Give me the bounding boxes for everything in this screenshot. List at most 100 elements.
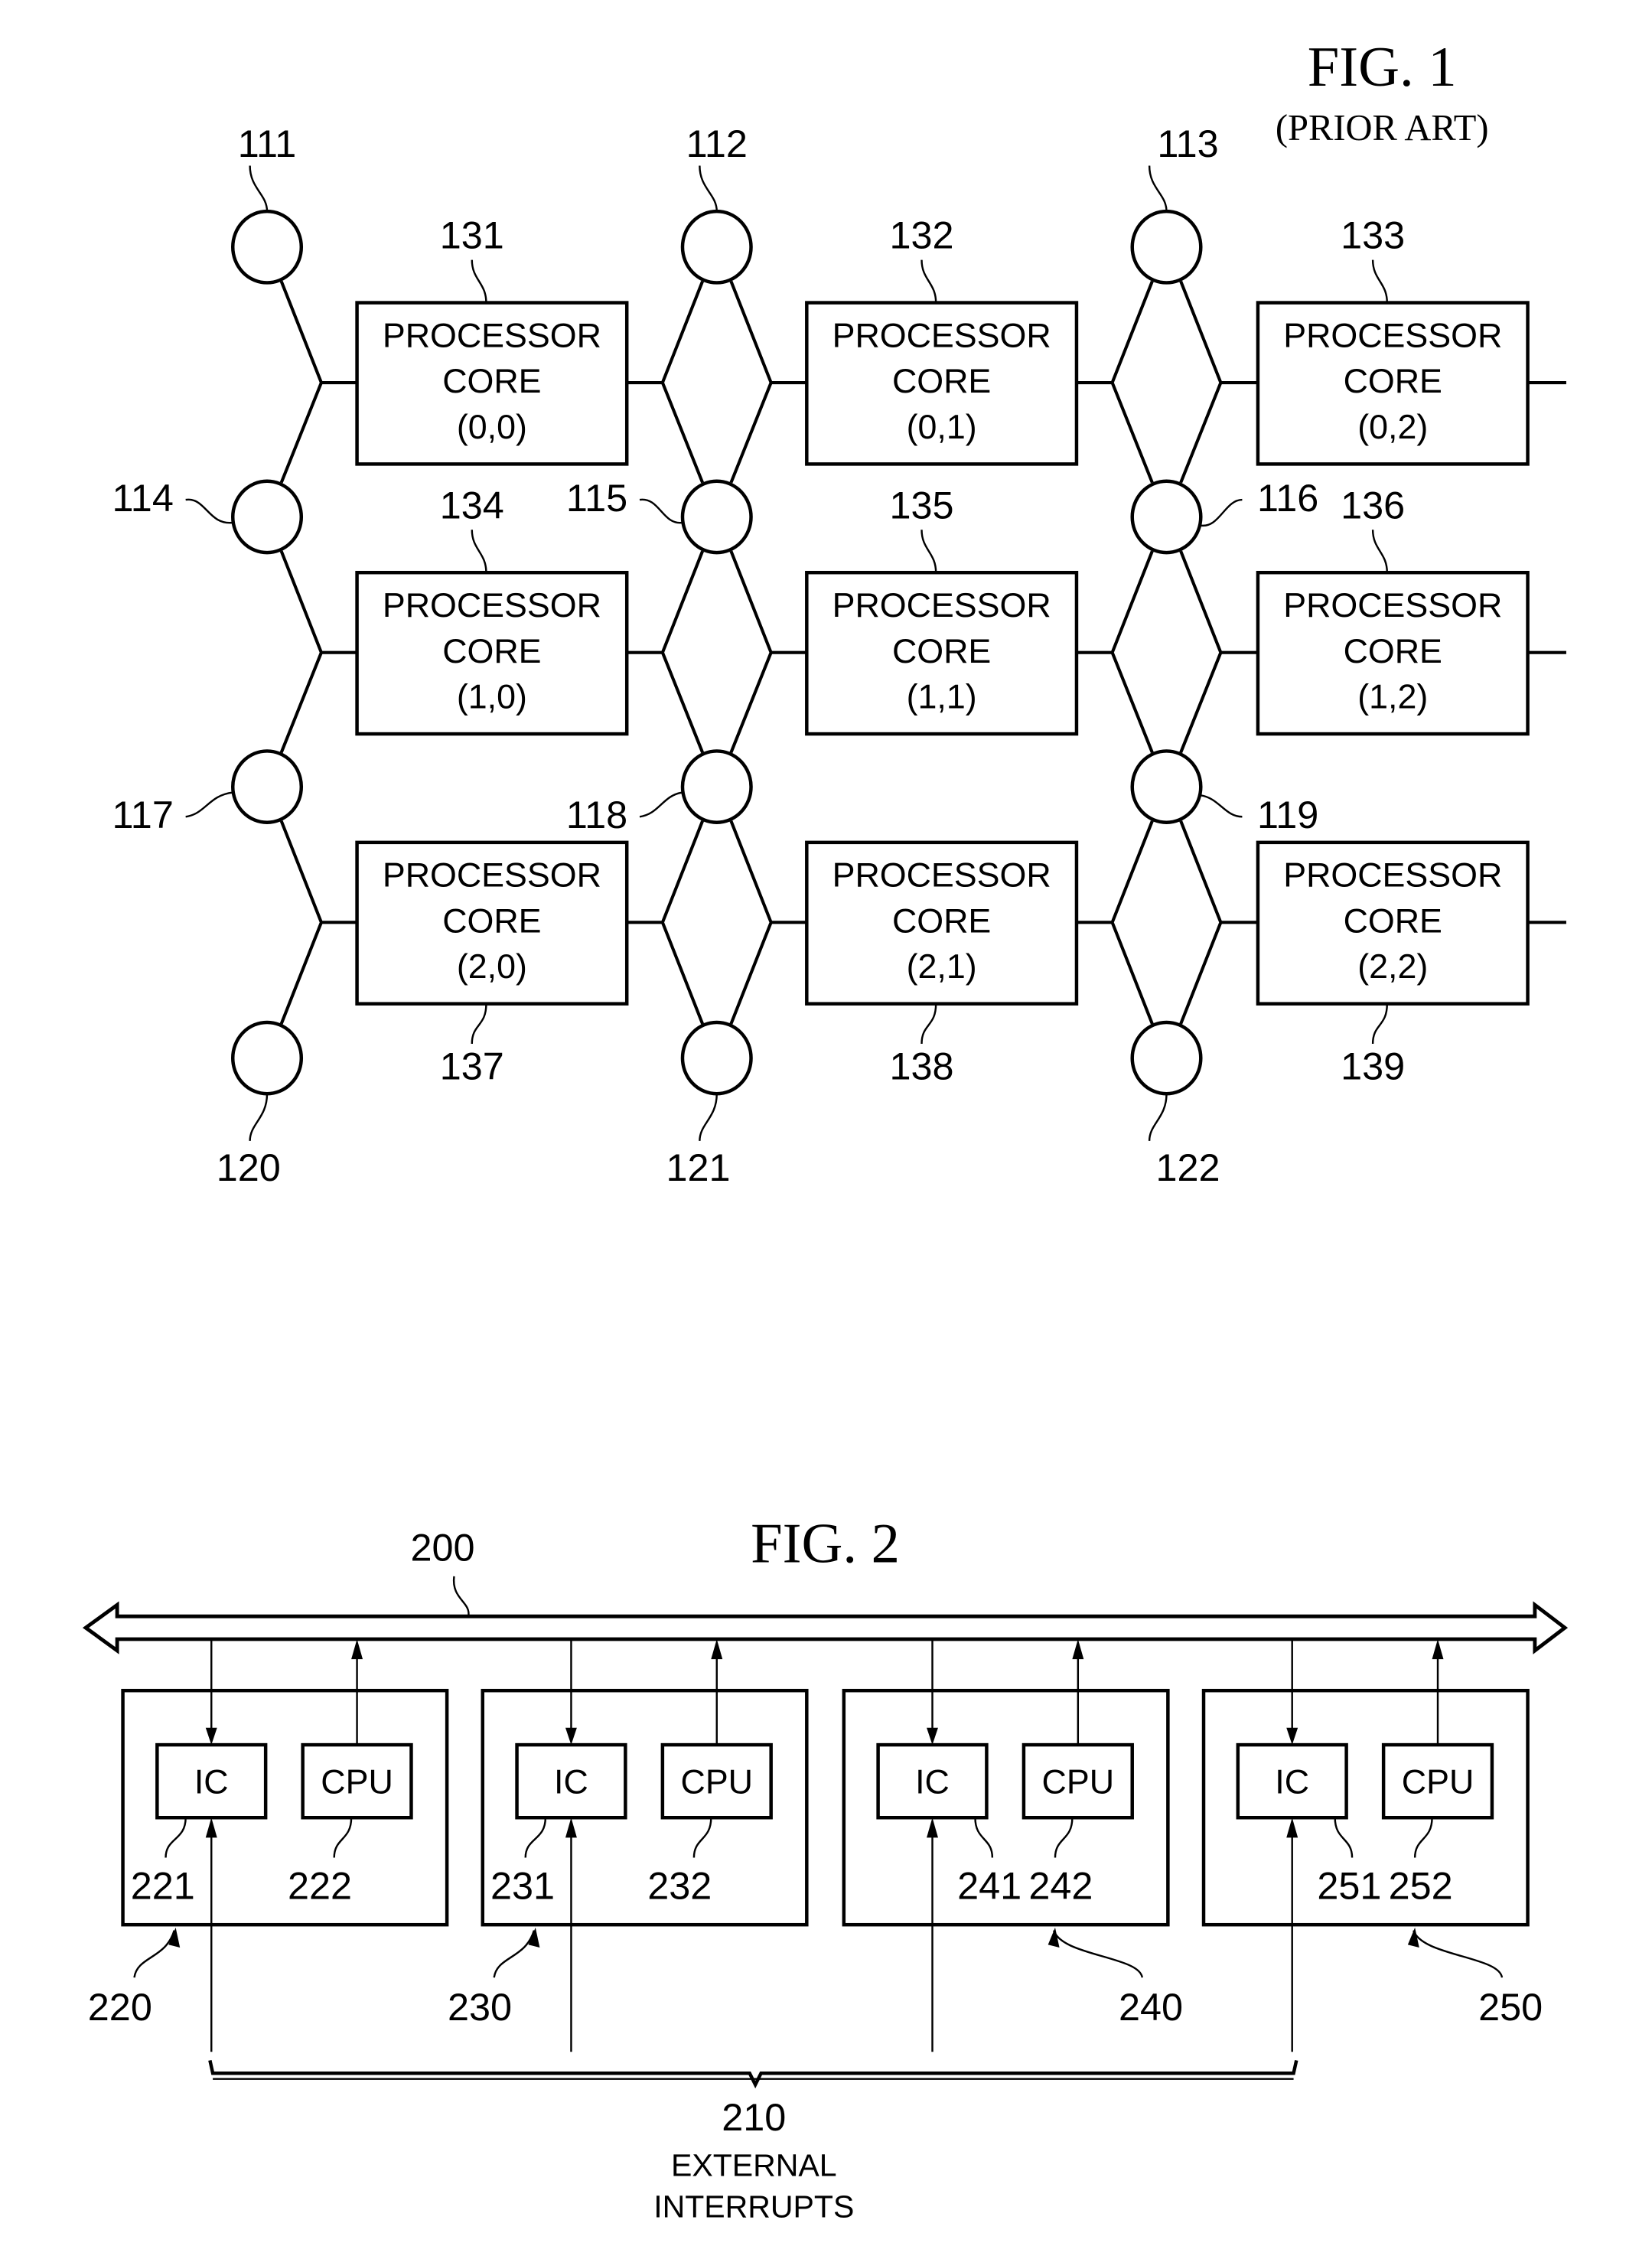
processing-unit-230: IC CPU 231 232 230 [448, 1639, 809, 2052]
cpu-ref-label: 252 [1389, 1864, 1453, 1908]
node-leader-line [1201, 794, 1243, 818]
core-label-line2: CORE [892, 901, 991, 940]
mesh-link [660, 550, 705, 754]
core-label-line2: CORE [1344, 901, 1442, 940]
core-ref-label: 137 [440, 1045, 504, 1088]
ic-ref-label: 241 [957, 1864, 1022, 1908]
node-ref-label: 117 [112, 793, 174, 836]
arrowhead-icon [351, 1639, 363, 1660]
fig2-title: FIG. 2 [751, 1511, 900, 1575]
mesh-link [279, 280, 324, 484]
core-coordinate: (1,1) [907, 677, 977, 716]
core-leader-line [920, 259, 937, 303]
node-ref-label: 119 [1257, 793, 1318, 836]
core-label-line1: PROCESSOR [383, 586, 601, 624]
node-ref-label: 114 [112, 476, 174, 520]
ic-label: IC [915, 1763, 950, 1801]
interrupts-label-line1: EXTERNAL [671, 2148, 837, 2183]
core-ref-label: 138 [889, 1045, 953, 1088]
router-node-113 [1130, 209, 1203, 285]
core-label-line1: PROCESSOR [833, 856, 1051, 895]
processor-core-20: PROCESSOR CORE (2,0) 137 [355, 840, 629, 1088]
cpu-ref-label: 232 [647, 1864, 712, 1908]
core-label-line1: PROCESSOR [383, 316, 601, 354]
router-node-116 [1130, 479, 1203, 555]
mesh-link [729, 550, 773, 754]
router-node-118 [680, 749, 753, 824]
processor-core-02: PROCESSOR CORE (0,2) 133 [1256, 214, 1530, 466]
mesh-link [729, 820, 773, 1025]
cpu-label: CPU [321, 1763, 393, 1801]
router-node-112 [680, 209, 753, 285]
core-label-line2: CORE [1344, 362, 1442, 400]
mesh-link [1110, 550, 1154, 754]
core-leader-line [471, 259, 487, 303]
ic-ref-label: 231 [490, 1864, 555, 1908]
figure-1: FIG. 1 (PRIOR ART) 111 112 113 114 115 116 117… [112, 35, 1566, 1189]
core-coordinate: (0,1) [907, 408, 977, 446]
ic-ref-label: 221 [131, 1864, 195, 1908]
core-coordinate: (2,2) [1357, 947, 1428, 986]
core-label-line2: CORE [442, 362, 541, 400]
fig1-subtitle: (PRIOR ART) [1276, 108, 1489, 148]
mesh-link [1179, 280, 1223, 484]
core-coordinate: (2,0) [457, 947, 527, 986]
cpu-label: CPU [1402, 1763, 1474, 1801]
core-ref-label: 134 [440, 483, 504, 526]
core-leader-line [471, 530, 487, 573]
unit-ref-label: 240 [1119, 1985, 1183, 2029]
interrupts-label-line2: INTERRUPTS [653, 2189, 854, 2225]
router-node-114 [230, 479, 304, 555]
core-label-line1: PROCESSOR [833, 586, 1051, 624]
core-leader-line [1371, 530, 1388, 573]
processing-unit-250: IC CPU 251 252 250 [1201, 1639, 1543, 2052]
cpu-label: CPU [681, 1763, 754, 1801]
figure-2: FIG. 2 200 IC CPU221 222220IC CPU231 232230I… [82, 1511, 1569, 2225]
node-leader-line [1148, 165, 1168, 212]
router-nodes: 111 112 113 114 115 116 117 118 119 120 121 122 [112, 122, 1319, 1189]
node-leader-line [639, 791, 683, 818]
node-leader-line [249, 1094, 269, 1141]
core-ref-label: 135 [889, 483, 953, 526]
processor-core-00: PROCESSOR CORE (0,0) 131 [355, 214, 629, 466]
node-leader-line [1201, 498, 1243, 526]
core-ref-label: 131 [440, 214, 504, 257]
core-coordinate: (2,1) [907, 947, 977, 986]
node-leader-line [639, 498, 683, 524]
node-ref-label: 122 [1155, 1146, 1220, 1189]
processor-core-11: PROCESSOR CORE (1,1) 135 [805, 483, 1079, 736]
node-leader-line [1148, 1094, 1168, 1141]
external-interrupts-brace: 210 EXTERNAL INTERRUPTS [208, 2059, 1298, 2225]
arrowhead-icon [711, 1639, 723, 1660]
ic-label: IC [554, 1763, 588, 1801]
core-leader-line [920, 530, 937, 573]
node-ref-label: 115 [566, 476, 627, 520]
node-ref-label: 112 [686, 122, 748, 165]
core-ref-label: 133 [1341, 214, 1405, 257]
core-coordinate: (1,2) [1357, 677, 1428, 716]
node-ref-label: 116 [1257, 476, 1318, 520]
core-label-line2: CORE [892, 362, 991, 400]
core-label-line1: PROCESSOR [833, 316, 1051, 354]
router-node-119 [1130, 749, 1203, 824]
core-label-line1: PROCESSOR [1283, 856, 1502, 895]
mesh-link [660, 820, 705, 1025]
core-coordinate: (0,0) [457, 408, 527, 446]
processor-core-01: PROCESSOR CORE (0,1) 132 [805, 214, 1079, 466]
patent-drawing-sheet: FIG. 1 (PRIOR ART) 111 112 113 114 115 116 117… [82, 35, 1569, 2225]
core-leader-line [920, 1003, 937, 1044]
unit-leader-line [1052, 1930, 1143, 1978]
mesh-link [279, 820, 324, 1025]
core-coordinate: (1,0) [457, 677, 527, 716]
unit-ref-label: 230 [448, 1985, 512, 2029]
core-label-line2: CORE [442, 901, 541, 940]
fig1-title: FIG. 1 [1308, 35, 1457, 99]
ic-label: IC [1275, 1763, 1309, 1801]
mesh-link [660, 280, 705, 484]
core-leader-line [1371, 259, 1388, 303]
processing-units: IC CPU 221 222 220 IC CPU 231 232 230 IC CPU 241 242 2… [88, 1639, 1543, 2052]
unit-leader-line [493, 1930, 536, 1978]
unit-leader-line [133, 1930, 175, 1978]
router-node-117 [230, 749, 304, 824]
unit-leader-line [1413, 1930, 1504, 1978]
